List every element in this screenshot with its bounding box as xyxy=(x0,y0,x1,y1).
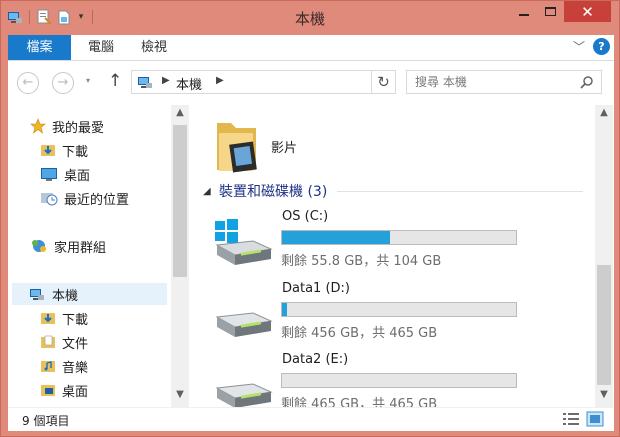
title-bar: ▾ 本機 ✕ xyxy=(1,1,619,35)
up-button[interactable]: ↑ xyxy=(108,71,122,91)
devices-group-header[interactable]: ◢ 裝置和磁碟機 (3) xyxy=(203,181,583,201)
drive-item-c[interactable]: OS (C:) 剩餘 55.8 GB，共 104 GB xyxy=(213,209,543,275)
nav-item-downloads[interactable]: 下載 xyxy=(40,139,88,161)
nav-item-label: 家用群組 xyxy=(54,240,107,256)
navigation-tree: 我的最愛 下載 桌面 最近的位置 家用群組 本機 下載 文件 音樂 桌面 xyxy=(8,105,170,407)
minimize-icon xyxy=(518,13,529,16)
drive-usage-bar xyxy=(281,373,517,388)
desktop-icon xyxy=(41,168,57,181)
nav-item-label: 文件 xyxy=(62,336,89,352)
breadcrumb-chevron-right-icon[interactable]: ▶ xyxy=(162,75,170,86)
navigation-pane-scrollbar[interactable]: ▲ ▼ xyxy=(171,105,189,407)
drive-usage-fill xyxy=(282,231,390,244)
nav-item-this-pc[interactable]: 本機 xyxy=(12,283,167,305)
minimize-button[interactable] xyxy=(510,1,537,22)
drive-free-space: 剩餘 55.8 GB，共 104 GB xyxy=(281,254,442,269)
drive-name: Data2 (E:) xyxy=(282,352,349,367)
refresh-button[interactable]: ↻ xyxy=(371,71,395,93)
navigation-pane: 我的最愛 下載 桌面 最近的位置 家用群組 本機 下載 文件 音樂 桌面 ▲ ▼ xyxy=(8,105,189,407)
group-divider xyxy=(337,190,583,192)
scrollbar-thumb[interactable] xyxy=(173,125,187,277)
nav-item-label: 最近的位置 xyxy=(64,192,130,208)
drive-item-d[interactable]: Data1 (D:) 剩餘 456 GB，共 465 GB xyxy=(213,281,543,347)
nav-item-label: 本機 xyxy=(52,288,79,304)
navigation-bar: ← → ▾ ↑ ▶ 本機 ▶ ↻ xyxy=(8,61,614,105)
recent-places-icon xyxy=(41,193,58,206)
ribbon-right-controls: ﹀ ? xyxy=(573,38,610,55)
tab-file[interactable]: 檔案 xyxy=(8,35,71,60)
scroll-up-button[interactable]: ▲ xyxy=(171,107,189,123)
close-button[interactable]: ✕ xyxy=(564,1,611,22)
status-bar: 9 個項目 xyxy=(8,407,614,431)
homegroup-icon xyxy=(32,240,46,252)
drive-name: OS (C:) xyxy=(282,209,329,224)
recent-locations-chevron-down-icon[interactable]: ▾ xyxy=(86,76,90,85)
arrow-left-icon: ← xyxy=(22,75,34,90)
downloads-folder-icon xyxy=(41,313,55,324)
nav-item-pc-desktop[interactable]: 桌面 xyxy=(40,379,88,401)
nav-item-favorites[interactable]: 我的最愛 xyxy=(30,115,104,137)
videos-folder-icon xyxy=(217,123,257,173)
breadcrumb-location[interactable]: 本機 xyxy=(176,74,202,93)
nav-item-pc-downloads[interactable]: 下載 xyxy=(40,307,88,329)
windows-drive-icon xyxy=(215,219,273,265)
nav-item-label: 我的最愛 xyxy=(52,120,105,136)
nav-item-label: 下載 xyxy=(62,312,89,328)
breadcrumb-chevron-right-icon[interactable]: ▶ xyxy=(216,75,224,86)
maximize-button[interactable] xyxy=(537,1,564,22)
group-title: 裝置和磁碟機 (3) xyxy=(219,184,328,200)
nav-item-label: 下載 xyxy=(62,144,89,160)
arrow-right-icon: → xyxy=(57,75,69,90)
downloads-folder-icon xyxy=(41,145,55,156)
folder-item-videos[interactable]: 影片 xyxy=(213,115,297,177)
address-bar[interactable]: ▶ 本機 ▶ ↻ xyxy=(131,70,396,94)
drive-free-space: 剩餘 456 GB，共 465 GB xyxy=(281,326,438,341)
expand-ribbon-chevron-down-icon[interactable]: ﹀ xyxy=(573,38,585,55)
drive-usage-bar xyxy=(281,230,517,245)
documents-folder-icon xyxy=(41,335,55,348)
back-button[interactable]: ← xyxy=(17,72,39,94)
drive-usage-fill xyxy=(282,303,287,316)
item-count: 9 個項目 xyxy=(22,414,70,428)
content-pane: 影片 ◢ 裝置和磁碟機 (3) OS (C:) 剩餘 55.8 GB，共 104… xyxy=(189,105,614,412)
search-input[interactable] xyxy=(415,72,575,92)
nav-item-music[interactable]: 音樂 xyxy=(40,355,88,377)
content-pane-scrollbar[interactable]: ▲ ▼ xyxy=(595,105,613,407)
hard-drive-icon xyxy=(215,312,273,337)
collapse-triangle-icon[interactable]: ◢ xyxy=(203,186,219,197)
folder-label: 影片 xyxy=(271,140,298,156)
large-icons-view-icon[interactable] xyxy=(586,411,604,427)
close-icon: ✕ xyxy=(581,2,594,21)
scrollbar-thumb[interactable] xyxy=(597,265,611,385)
scroll-up-button[interactable]: ▲ xyxy=(595,107,613,123)
nav-item-recent-places[interactable]: 最近的位置 xyxy=(40,187,129,209)
maximize-icon xyxy=(545,7,556,16)
tab-computer[interactable]: 電腦 xyxy=(81,35,121,60)
view-switcher xyxy=(562,411,604,427)
scroll-down-button[interactable]: ▼ xyxy=(171,389,189,405)
search-icon[interactable] xyxy=(580,75,594,89)
scroll-down-button[interactable]: ▼ xyxy=(595,389,613,405)
computer-icon xyxy=(30,289,44,300)
star-icon xyxy=(30,118,46,134)
details-view-icon[interactable] xyxy=(562,411,580,427)
desktop-folder-icon xyxy=(41,385,55,396)
help-icon[interactable]: ? xyxy=(593,38,610,55)
nav-item-desktop[interactable]: 桌面 xyxy=(40,163,90,185)
nav-item-label: 音樂 xyxy=(62,360,89,376)
computer-icon xyxy=(138,77,152,88)
nav-item-documents[interactable]: 文件 xyxy=(40,331,88,353)
nav-item-homegroup[interactable]: 家用群組 xyxy=(30,235,106,257)
tab-view[interactable]: 檢視 xyxy=(134,35,174,60)
drive-name: Data1 (D:) xyxy=(282,281,350,296)
window-controls: ✕ xyxy=(510,1,611,25)
forward-button[interactable]: → xyxy=(52,72,74,94)
nav-item-label: 桌面 xyxy=(62,384,89,400)
ribbon-tabs: 檔案 電腦 檢視 ﹀ ? xyxy=(8,35,614,61)
search-box[interactable] xyxy=(406,70,602,94)
nav-item-label: 桌面 xyxy=(64,168,91,184)
music-folder-icon xyxy=(41,361,55,372)
explorer-window: ▾ 本機 ✕ 檔案 電腦 檢視 ﹀ ? ← → ▾ ↑ ▶ 本機 ▶ ↻ 搜尋 … xyxy=(0,0,620,437)
drive-usage-bar xyxy=(281,302,517,317)
